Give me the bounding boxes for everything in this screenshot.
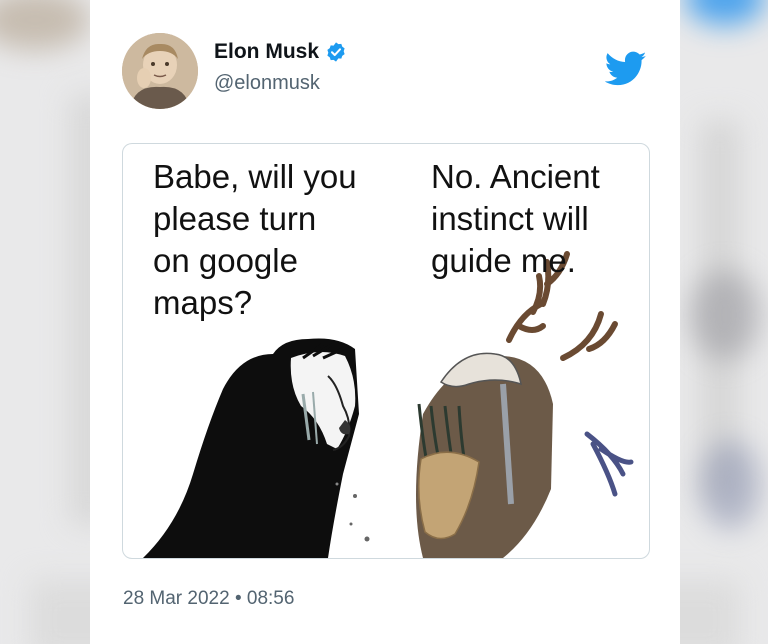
tweet-timestamp[interactable]: 28 Mar 2022 • 08:56 <box>123 588 294 610</box>
antlered-warrior-drawing <box>416 251 634 558</box>
tweet-card: Elon Musk @elonmusk Babe, will you pleas… <box>90 0 680 644</box>
meme-left-caption: Babe, will you please turn on google map… <box>153 158 357 321</box>
background-blur-shape <box>685 0 765 25</box>
avatar-photo <box>122 33 198 109</box>
author-name[interactable]: Elon Musk <box>214 40 319 64</box>
tweet-media-image[interactable]: Babe, will you please turn on google map… <box>122 143 650 559</box>
author-handle[interactable]: @elonmusk <box>214 72 320 95</box>
background-blur-shape <box>700 440 760 530</box>
meme-right-caption: No. Ancient instinct will guide me. <box>431 158 600 279</box>
twitter-bird-icon[interactable] <box>605 51 647 87</box>
avatar[interactable] <box>122 33 198 109</box>
background-blur-shape <box>690 270 760 360</box>
background-blur-shape <box>0 0 90 50</box>
verified-badge-icon <box>327 42 345 62</box>
crying-woman-drawing <box>143 338 370 558</box>
author-name-row: Elon Musk <box>214 40 347 64</box>
